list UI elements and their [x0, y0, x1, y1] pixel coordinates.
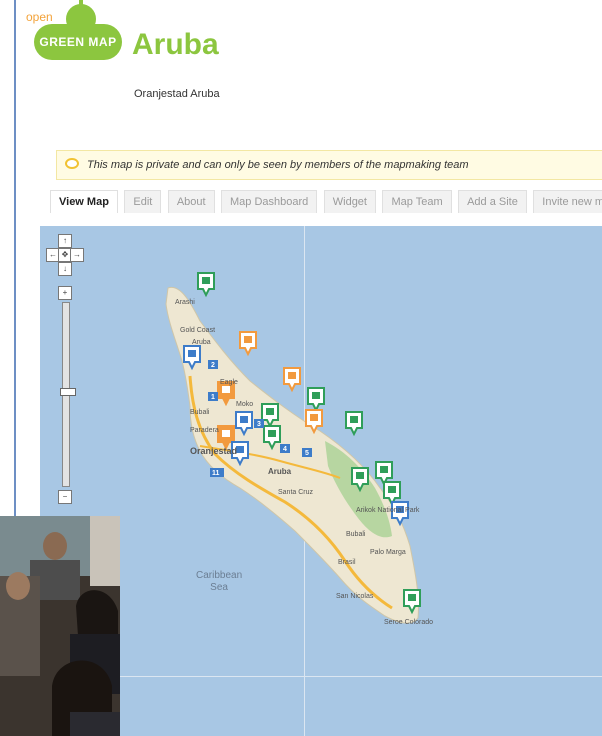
page-title: Aruba	[132, 28, 219, 61]
place-label: Moko	[236, 401, 253, 408]
audience-photo-image	[0, 516, 120, 736]
map-marker	[375, 461, 393, 487]
audience-photo	[0, 516, 120, 736]
map-marker	[345, 411, 363, 437]
tab-view-map[interactable]: View Map	[50, 190, 118, 213]
place-label: Palo Marga	[370, 549, 406, 556]
page-subtitle: Oranjestad Aruba	[134, 88, 220, 100]
map-marker	[283, 367, 301, 393]
pan-right-icon[interactable]: →	[70, 248, 84, 262]
pan-down-icon[interactable]: ↓	[58, 262, 72, 276]
place-label: Bubali	[346, 531, 366, 538]
place-label: San Nicolas	[336, 593, 374, 600]
zoom-out-icon[interactable]: −	[58, 490, 72, 504]
place-label: Brasil	[338, 559, 356, 566]
tab-widget[interactable]: Widget	[323, 190, 376, 213]
tab-invite-members[interactable]: Invite new mem	[533, 190, 602, 213]
place-label: Eagle	[220, 379, 238, 386]
road-number-label: 4	[283, 446, 287, 453]
sea-label-line-2: Sea	[210, 582, 228, 593]
map-marker	[239, 331, 257, 357]
map-marker	[307, 387, 325, 413]
road-number-label: 1	[211, 394, 215, 401]
map-canvas[interactable]: Arashi Gold Coast Aruba Eagle Moko Bubal…	[40, 226, 602, 736]
place-label: Aruba	[268, 467, 292, 476]
map-marker	[197, 272, 215, 298]
road-number-label: 2	[211, 362, 215, 369]
zoom-slider-handle[interactable]	[60, 388, 76, 396]
sea-label-line-1: Caribbean	[196, 570, 243, 581]
pan-up-icon[interactable]: ↑	[58, 234, 72, 248]
zoom-in-icon[interactable]: +	[58, 286, 72, 300]
place-label: Aruba	[192, 339, 211, 346]
place-label: Bubali	[190, 409, 210, 416]
private-notice: This map is private and can only be seen…	[56, 150, 602, 180]
logo-badge: GREEN MAP	[34, 24, 122, 60]
place-label: Seroe Colorado	[384, 619, 433, 626]
tab-add-site[interactable]: Add a Site	[458, 190, 527, 213]
private-notice-text: This map is private and can only be seen…	[87, 159, 469, 171]
place-label: Paradera	[190, 427, 219, 434]
logo-open-text: open	[26, 10, 53, 24]
place-label: Arikok National Park	[356, 507, 420, 514]
map-tabs: View Map Edit About Map Dashboard Widget…	[50, 190, 602, 213]
open-green-map-logo[interactable]: open GREEN MAP	[22, 0, 132, 66]
road-number-label: 11	[212, 470, 220, 477]
speech-bubble-icon	[65, 158, 79, 169]
island-map: Arashi Gold Coast Aruba Eagle Moko Bubal…	[165, 272, 433, 626]
sea-label: Caribbean Sea	[196, 570, 242, 594]
tab-edit[interactable]: Edit	[124, 190, 162, 213]
place-label: Oranjestad	[190, 446, 237, 456]
road-number-label: 3	[257, 421, 261, 428]
road-number-label: 5	[305, 450, 309, 457]
tab-map-team[interactable]: Map Team	[382, 190, 452, 213]
tab-about[interactable]: About	[167, 190, 215, 213]
place-label: Gold Coast	[180, 327, 215, 334]
place-label: Arashi	[175, 299, 195, 306]
tab-map-dashboard[interactable]: Map Dashboard	[221, 190, 318, 213]
place-label: Santa Cruz	[278, 489, 314, 496]
